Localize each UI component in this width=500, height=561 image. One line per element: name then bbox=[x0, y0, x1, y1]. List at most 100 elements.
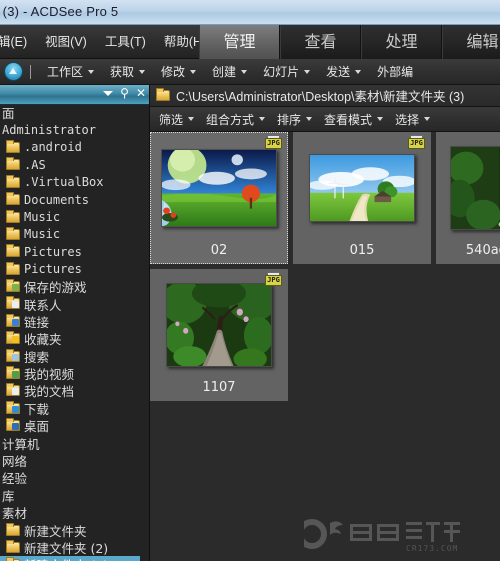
toolbar-label: 工作区 bbox=[47, 65, 84, 79]
thumbnail-grid[interactable]: JPG02 JPG015 JPG540adobe-n bbox=[150, 132, 500, 561]
chevron-down-icon bbox=[259, 117, 266, 121]
tree-item-label: Music bbox=[24, 210, 61, 225]
chevron-down-icon bbox=[241, 69, 248, 74]
tree-item-label: 搜索 bbox=[24, 349, 50, 365]
menu-edit[interactable]: 辑(E) bbox=[0, 25, 36, 59]
chevron-down-icon bbox=[424, 117, 431, 121]
thumbnail-image-wrap bbox=[150, 138, 288, 238]
tab-edit[interactable]: 编辑 bbox=[442, 25, 500, 59]
tree-item[interactable]: 联系人 bbox=[0, 295, 140, 313]
tree-item[interactable]: Pictures bbox=[0, 261, 140, 278]
filter-label: 筛选 bbox=[159, 112, 184, 127]
tree-item[interactable]: 库 bbox=[0, 487, 140, 504]
tree-item-label: 下载 bbox=[24, 401, 50, 417]
tree-item[interactable]: 面 bbox=[0, 104, 140, 121]
thumbnail-cell[interactable]: JPG 1107 bbox=[150, 269, 288, 401]
folder-icon bbox=[6, 139, 20, 153]
toolbar-external-editor[interactable]: 外部编 bbox=[369, 59, 421, 85]
folder-icon bbox=[156, 88, 170, 101]
tree-item[interactable]: 素材 bbox=[0, 504, 140, 521]
folder-icon bbox=[6, 244, 20, 258]
panel-header-buttons: ⚲ ✕ bbox=[103, 87, 146, 99]
folder-badge-icon bbox=[12, 284, 19, 292]
thumbnail-cell[interactable]: JPG 015 bbox=[293, 132, 431, 264]
tree-item[interactable]: Music bbox=[0, 208, 140, 225]
select-button[interactable]: 选择 bbox=[389, 107, 436, 132]
tree-item[interactable]: 搜索 bbox=[0, 347, 140, 365]
menu-tools[interactable]: 工具(T) bbox=[96, 25, 155, 59]
group-by-button[interactable]: 组合方式 bbox=[200, 107, 271, 132]
toolbar-modify[interactable]: 修改 bbox=[153, 59, 204, 85]
path-bar[interactable]: C:\Users\Administrator\Desktop\素材\新建文件夹 … bbox=[150, 85, 500, 107]
home-arrow-icon[interactable] bbox=[4, 62, 23, 81]
thumbnail-image-wrap bbox=[150, 275, 288, 375]
tree-item[interactable]: 经验 bbox=[0, 469, 140, 486]
close-icon[interactable]: ✕ bbox=[136, 87, 146, 99]
thumbnail-cell[interactable]: JPG 02 bbox=[150, 132, 288, 264]
menu-view[interactable]: 视图(V) bbox=[36, 25, 96, 59]
tree-item-label: 库 bbox=[2, 488, 15, 504]
tree-item[interactable]: 链接 bbox=[0, 313, 140, 330]
toolbar-workspace[interactable]: 工作区 bbox=[39, 59, 102, 85]
tree-item-label: Administrator bbox=[2, 123, 96, 138]
tree-item-label: 我的视频 bbox=[24, 367, 75, 383]
tree-item[interactable]: 新建文件夹 (3) bbox=[0, 556, 140, 561]
folder-icon bbox=[6, 296, 20, 310]
chevron-down-icon bbox=[188, 117, 195, 121]
toolbar-create[interactable]: 创建 bbox=[204, 59, 255, 85]
toolbar-label: 发送 bbox=[326, 65, 351, 79]
tree-item[interactable]: 网络 bbox=[0, 452, 140, 469]
tab-view[interactable]: 查看 bbox=[280, 25, 361, 59]
folder-badge-icon bbox=[12, 318, 19, 326]
tree-item[interactable]: 桌面 bbox=[0, 417, 140, 434]
tree-item[interactable]: Administrator bbox=[0, 121, 140, 138]
tree-item-label: .android bbox=[24, 140, 82, 155]
tree-item[interactable]: 收藏夹 bbox=[0, 330, 140, 347]
tree-item[interactable]: 新建文件夹 (2) bbox=[0, 539, 140, 556]
tree-item[interactable]: 保存的游戏 bbox=[0, 278, 140, 295]
filter-label: 查看模式 bbox=[324, 112, 373, 127]
window-title: E (3) - ACDSee Pro 5 bbox=[0, 4, 119, 19]
toolbar-slideshow[interactable]: 幻灯片 bbox=[255, 59, 318, 85]
tree-item-label: Documents bbox=[24, 192, 90, 207]
tree-item-label: 经验 bbox=[2, 471, 28, 487]
sort-button[interactable]: 排序 bbox=[271, 107, 318, 132]
thumbnail-filename: 1107 bbox=[202, 380, 236, 395]
tree-item[interactable]: Pictures bbox=[0, 243, 140, 260]
tree-item[interactable]: .android bbox=[0, 139, 140, 156]
tree-item[interactable]: 我的文档 bbox=[0, 382, 140, 399]
tree-item[interactable]: 下载 bbox=[0, 400, 140, 417]
tree-item[interactable]: 新建文件夹 bbox=[0, 521, 140, 539]
tab-manage[interactable]: 管理 bbox=[199, 25, 280, 59]
folder-badge-icon bbox=[12, 301, 19, 309]
title-bar: E (3) - ACDSee Pro 5 bbox=[0, 0, 500, 25]
chevron-down-icon bbox=[377, 117, 384, 121]
folder-badge-icon bbox=[12, 371, 19, 379]
thumbnail-image-wrap bbox=[293, 138, 431, 238]
toolbar-acquire[interactable]: 获取 bbox=[102, 59, 153, 85]
pin-icon[interactable]: ⚲ bbox=[120, 87, 129, 99]
chevron-down-icon bbox=[306, 117, 313, 121]
tree-item[interactable]: Documents bbox=[0, 191, 140, 208]
tree-item-label: 计算机 bbox=[2, 436, 40, 452]
tree-item[interactable]: 我的视频 bbox=[0, 365, 140, 382]
tree-item-label: .AS bbox=[24, 157, 46, 172]
toolbar-send[interactable]: 发送 bbox=[318, 59, 369, 85]
view-mode-button[interactable]: 查看模式 bbox=[318, 107, 389, 132]
tree-item[interactable]: .VirtualBox bbox=[0, 174, 140, 191]
filter-button[interactable]: 筛选 bbox=[153, 107, 200, 132]
tab-process[interactable]: 处理 bbox=[361, 25, 442, 59]
tree-item[interactable]: .AS bbox=[0, 156, 140, 173]
folder-tree[interactable]: 面 Administrator .android .AS .VirtualBox Docu… bbox=[0, 104, 140, 561]
folder-badge-icon bbox=[12, 336, 19, 344]
toolbar-buttons: 工作区 获取 修改 创建 幻灯片 发送 外部编 bbox=[39, 59, 421, 85]
tree-item[interactable]: Music bbox=[0, 226, 140, 243]
toolbar-label: 修改 bbox=[161, 65, 186, 79]
tree-item-label: 素材 bbox=[2, 506, 28, 522]
tree-item-label: 新建文件夹 (2) bbox=[24, 540, 109, 556]
chevron-down-icon[interactable] bbox=[103, 90, 114, 96]
folder-icon bbox=[6, 383, 20, 397]
folder-icon bbox=[6, 331, 20, 345]
thumbnail-cell[interactable]: JPG540adobe-n bbox=[436, 132, 500, 264]
tree-item[interactable]: 计算机 bbox=[0, 434, 140, 452]
